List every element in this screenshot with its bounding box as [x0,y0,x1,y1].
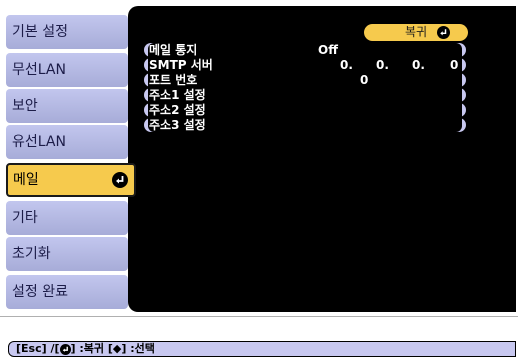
back-button[interactable]: 복귀 [364,24,468,41]
menu-item-basic-settings[interactable]: 기본 설정 [6,15,128,49]
menu-item-other[interactable]: 기타 [6,201,128,235]
settings-panel: 복귀 메일 통지 Off SMTP 서버 0. 0. 0. 0 포트 번호 0 … [128,6,516,312]
mail-notification-label: 메일 통지 [149,43,198,57]
hint-back: ] :복귀 [ [70,342,113,355]
enter-icon [112,172,128,188]
mail-notification-value: Off [318,43,338,57]
port-number-value: 0 [360,73,369,87]
menu-item-label: 설정 완료 [12,284,68,300]
hint-bar: [Esc] /[] :복귀 [◆] :선택 [8,341,516,357]
menu-item-wired-lan[interactable]: 유선LAN [6,125,128,159]
port-number-label: 포트 번호 [149,73,198,87]
address1-label: 주소1 설정 [149,88,206,102]
back-button-label: 복귀 [404,25,428,39]
address3-label: 주소3 설정 [149,118,206,132]
menu-item-label: 기타 [12,210,38,226]
smtp-octet-4: 0 [450,58,459,72]
menu-item-wireless-lan[interactable]: 무선LAN [6,53,128,87]
menu-item-reset[interactable]: 초기화 [6,237,128,271]
enter-icon [59,343,71,355]
menu-item-label: 무선LAN [12,62,66,78]
menu-item-label: 보안 [12,98,38,114]
smtp-octet-3: 0. [412,58,425,72]
divider [0,316,518,317]
smtp-octet-2: 0. [376,58,389,72]
hint-esc: [Esc] /[ [16,342,60,355]
menu-item-label: 기본 설정 [12,24,68,40]
smtp-octet-1: 0. [340,58,353,72]
address2-label: 주소2 설정 [149,103,206,117]
menu-item-label: 유선LAN [12,134,66,150]
menu-item-setup-complete[interactable]: 설정 완료 [6,275,128,309]
menu-item-security[interactable]: 보안 [6,89,128,123]
menu-item-label: 메일 [13,172,39,188]
enter-icon [437,26,450,39]
menu-item-mail[interactable]: 메일 [6,163,136,197]
menu-item-label: 초기화 [12,246,51,262]
smtp-server-label: SMTP 서버 [149,58,213,72]
hint-select: ] :선택 [121,342,155,355]
